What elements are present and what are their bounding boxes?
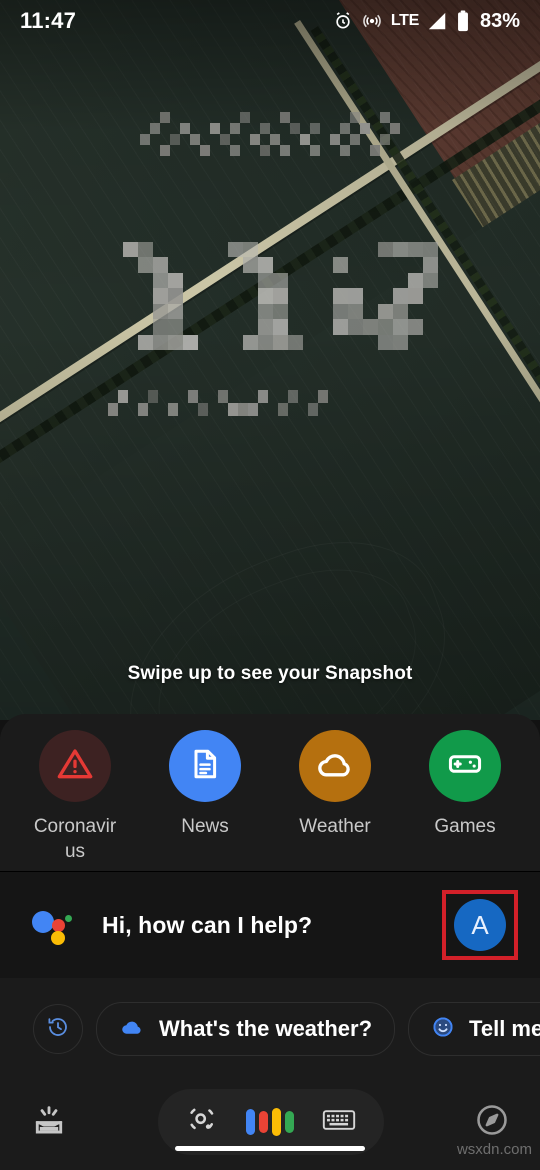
smiley-icon — [431, 1015, 455, 1044]
wallpaper-aerial-fields — [0, 0, 540, 720]
wallpaper-vignette — [0, 0, 540, 720]
suggestion-chip-label: Tell me — [469, 1016, 540, 1042]
shortcut-label: Games — [434, 814, 495, 839]
cloud-icon — [119, 1014, 145, 1045]
watermark: wsxdn.com — [457, 1141, 532, 1158]
shortcut-icon-circle — [429, 730, 501, 802]
google-assistant-icon — [32, 905, 76, 945]
assistant-dot-blue — [32, 911, 54, 933]
signal-icon — [428, 12, 447, 31]
status-bar-icons: LTE 83% — [333, 10, 520, 33]
hotspot-icon — [362, 11, 382, 31]
shortcut-news[interactable]: News — [140, 730, 270, 864]
history-button[interactable] — [33, 1004, 83, 1054]
phone-screen: 11:47 LTE 83% Swipe up to see your Snaps… — [0, 0, 540, 1170]
network-type-label: LTE — [391, 12, 419, 30]
snapshot-tray-button[interactable] — [30, 1101, 68, 1144]
battery-percentage: 83% — [480, 10, 520, 33]
mic-bar-blue — [246, 1109, 255, 1135]
shortcut-icon-circle — [39, 730, 111, 802]
suggestion-chip-tell-me[interactable]: Tell me — [408, 1002, 540, 1056]
status-bar: 11:47 LTE 83% — [0, 0, 540, 42]
lockscreen-bottom-line-blurred — [108, 390, 328, 416]
explore-button[interactable] — [474, 1102, 510, 1143]
account-avatar-button[interactable]: A — [442, 890, 518, 960]
shortcut-row: Coronavirus News Weather Games — [0, 714, 540, 864]
assistant-mic-button[interactable] — [246, 1108, 294, 1136]
snapshot-hint-text[interactable]: Swipe up to see your Snapshot — [0, 663, 540, 685]
lockscreen-top-line-blurred — [140, 112, 400, 156]
shortcut-label: Weather — [299, 814, 370, 839]
shortcut-coronavirus[interactable]: Coronavirus — [10, 730, 140, 864]
cloud-icon — [315, 744, 355, 789]
suggestion-chip-weather[interactable]: What's the weather? — [96, 1002, 395, 1056]
home-gesture-bar[interactable] — [175, 1146, 365, 1151]
assistant-dot-green — [65, 915, 72, 922]
gamepad-icon — [446, 745, 484, 788]
lockscreen-clock-blurred — [108, 242, 438, 350]
suggestion-chips-row: What's the weather? Tell me — [0, 992, 540, 1066]
assistant-dot-yellow — [51, 931, 65, 945]
explore-compass-icon — [474, 1102, 510, 1143]
shortcut-games[interactable]: Games — [400, 730, 530, 864]
shortcut-weather[interactable]: Weather — [270, 730, 400, 864]
status-bar-clock: 11:47 — [20, 8, 76, 34]
document-icon — [187, 746, 223, 787]
history-icon — [46, 1015, 70, 1044]
shortcut-label: News — [181, 814, 229, 839]
highlight-box — [442, 890, 518, 960]
google-lens-button[interactable] — [186, 1104, 218, 1141]
shortcut-label: Coronavirus — [32, 814, 118, 864]
snapshot-tray-icon — [30, 1101, 68, 1144]
mic-bar-green — [285, 1111, 294, 1133]
assistant-greeting-text: Hi, how can I help? — [102, 912, 312, 939]
alarm-icon — [333, 11, 353, 31]
shortcut-icon-circle — [299, 730, 371, 802]
warning-triangle-icon — [55, 744, 95, 789]
suggestion-chip-label: What's the weather? — [159, 1016, 372, 1042]
battery-icon — [456, 10, 470, 32]
assistant-panel: Coronavirus News Weather Games Hi, how c… — [0, 714, 540, 1170]
keyboard-button[interactable] — [322, 1106, 356, 1139]
assistant-greeting-row[interactable]: Hi, how can I help? A — [0, 872, 540, 978]
mic-bar-yellow — [272, 1108, 281, 1136]
mic-bar-red — [259, 1111, 268, 1133]
shortcut-icon-circle — [169, 730, 241, 802]
